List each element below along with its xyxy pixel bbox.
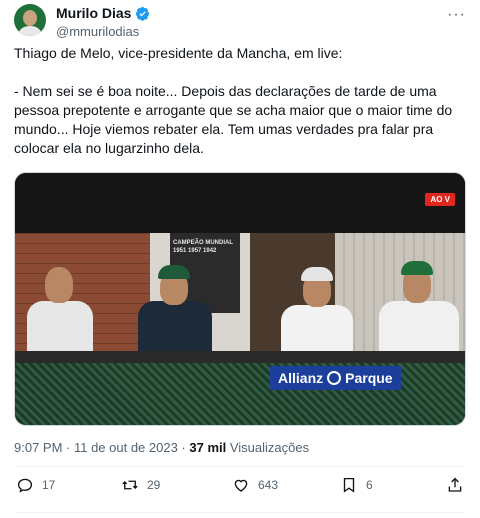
tweet-text: Thiago de Melo, vice-presidente da Manch…	[14, 45, 453, 156]
display-name-text[interactable]: Murilo Dias	[56, 5, 131, 22]
display-name[interactable]: Murilo Dias	[56, 5, 150, 22]
bottom-divider	[14, 512, 466, 513]
allianz-parque-banner: Allianz Parque	[270, 366, 401, 390]
author-block[interactable]: Murilo Dias @mmurilodias	[56, 5, 150, 40]
allianz-logo-icon	[327, 371, 342, 385]
person-4	[375, 253, 461, 353]
allianz-word: Allianz	[278, 370, 324, 386]
tweet-time-date[interactable]: 9:07 PM · 11 de out de 2023 ·	[14, 440, 189, 455]
person-body	[281, 305, 353, 353]
tweet-media-video[interactable]: AO V CAMPEÃO MUNDIAL 1951 1957 1942 Alli…	[14, 172, 466, 426]
person-head	[45, 267, 73, 303]
person-1	[23, 253, 97, 353]
reply-button[interactable]: 17	[16, 476, 55, 494]
reply-count: 17	[42, 478, 56, 492]
verified-icon	[136, 6, 150, 21]
share-button[interactable]	[446, 476, 464, 494]
tweet-meta: 9:07 PM · 11 de out de 2023 · 37 mil Vis…	[14, 440, 309, 455]
video-scene: CAMPEÃO MUNDIAL 1951 1957 1942 Allianz P…	[15, 233, 465, 425]
avatar-shirt	[17, 26, 43, 36]
retweet-count: 29	[147, 478, 161, 492]
handle[interactable]: @mmurilodias	[56, 23, 150, 40]
share-icon	[448, 477, 462, 492]
cap	[401, 261, 433, 275]
person-body	[379, 301, 459, 353]
like-button[interactable]: 643	[232, 476, 278, 494]
like-count: 643	[258, 478, 279, 492]
avatar[interactable]	[14, 4, 46, 36]
parque-word: Parque	[345, 370, 393, 386]
person-2	[130, 253, 220, 353]
views-count: 37 mil	[189, 440, 227, 455]
reply-icon	[17, 478, 33, 493]
video-black-bar	[15, 173, 465, 233]
views-label: Visualizações	[226, 440, 310, 455]
tweet-actions: 17 29 643 6	[14, 476, 466, 500]
cap	[158, 265, 190, 279]
bookmark-button[interactable]: 6	[340, 476, 373, 494]
bookmark-count: 6	[366, 478, 373, 492]
person-body	[138, 301, 212, 353]
person-3	[277, 261, 357, 353]
retweet-icon	[122, 480, 138, 490]
bookmark-icon	[343, 477, 355, 493]
like-icon	[234, 479, 248, 492]
avatar-face	[23, 10, 37, 26]
divider	[14, 466, 466, 467]
live-badge: AO V	[425, 193, 455, 206]
person-body	[27, 301, 93, 353]
retweet-button[interactable]: 29	[121, 476, 160, 494]
more-icon[interactable]: ···	[447, 6, 466, 24]
tweet-header: Murilo Dias @mmurilodias ···	[14, 4, 466, 44]
cap	[301, 267, 333, 281]
